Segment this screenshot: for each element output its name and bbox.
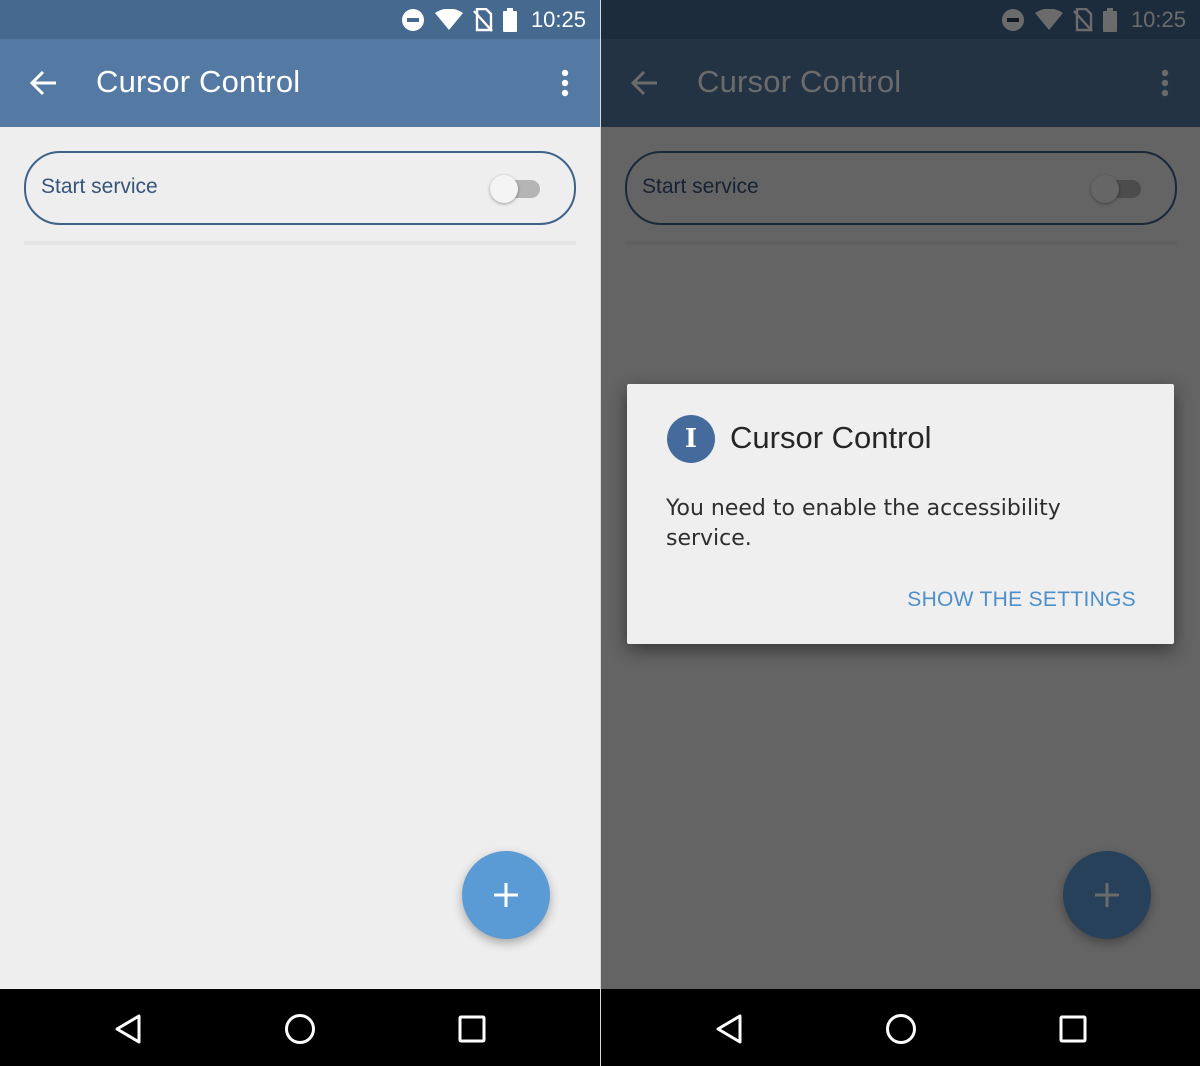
back-triangle-icon [716,1014,742,1044]
dialog-title: Cursor Control [730,420,932,455]
nav-bar [0,989,600,1066]
nav-recents-button[interactable] [452,1009,492,1049]
battery-icon [502,7,517,32]
no-sim-icon [473,7,493,32]
screen-main: 10:25 Cursor Control Start service [0,0,600,1066]
nav-recents-button[interactable] [1053,1009,1093,1049]
add-fab-button[interactable] [462,851,550,939]
back-triangle-icon [115,1014,141,1044]
wifi-icon [434,8,463,31]
start-service-switch[interactable] [490,175,542,203]
arrow-left-icon [30,70,56,96]
status-bar: 10:25 [0,0,600,39]
overflow-menu-button[interactable] [550,61,580,105]
accessibility-dialog: I Cursor Control You need to enable the … [627,384,1174,644]
nav-back-button[interactable] [709,1009,749,1049]
back-button[interactable] [20,61,68,105]
nav-home-button[interactable] [881,1009,921,1049]
plus-icon [494,883,518,907]
dialog-message: You need to enable the accessibility ser… [666,496,1061,551]
divider [24,241,576,245]
switch-thumb [490,175,518,203]
home-circle-icon [886,1014,916,1044]
app-title: Cursor Control [96,64,301,99]
nav-back-button[interactable] [108,1009,148,1049]
app-bar: Cursor Control [0,39,600,127]
recents-square-icon [1059,1015,1087,1043]
recents-square-icon [458,1015,486,1043]
more-vert-icon [561,69,569,97]
do-not-disturb-icon [401,8,425,32]
start-service-label: Start service [41,175,158,198]
app-cursor-icon: I [667,415,715,463]
home-circle-icon [285,1014,315,1044]
start-service-card[interactable]: Start service [24,151,576,225]
dialog-icon-glyph: I [684,424,698,454]
status-time: 10:25 [530,6,586,32]
show-settings-button[interactable]: SHOW THE SETTINGS [907,588,1136,612]
screen-dialog: 10:25 Cursor Control Start service I Cur… [601,0,1200,1066]
nav-bar [601,989,1200,1066]
nav-home-button[interactable] [280,1009,320,1049]
